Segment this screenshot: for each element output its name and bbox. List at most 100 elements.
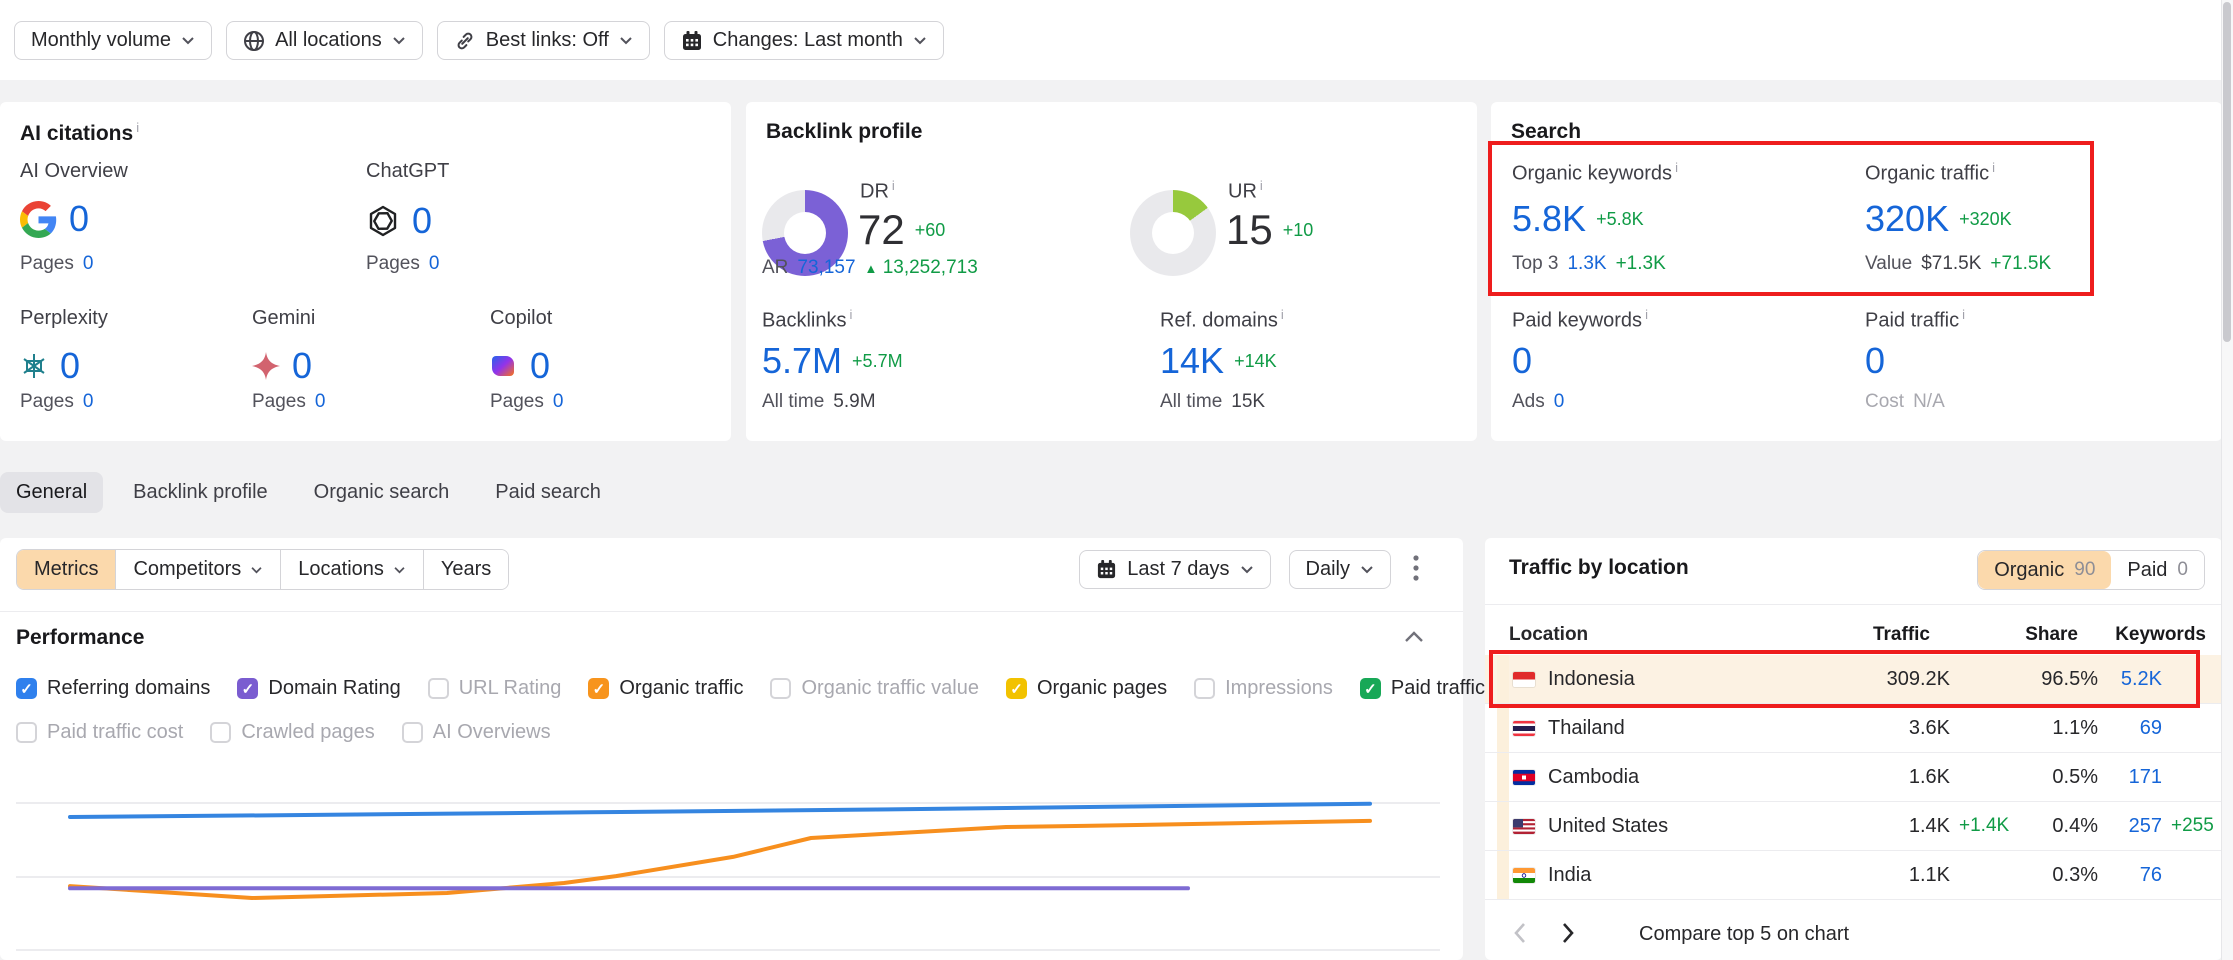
gemini-pages-value[interactable]: 0 xyxy=(315,391,326,413)
paid-keywords-label: Paid keywordsi xyxy=(1512,307,1648,333)
checkbox-referring-domains[interactable]: ✓Referring domains xyxy=(16,677,210,700)
pages-label: Pages xyxy=(20,391,74,413)
flag-united-states-icon xyxy=(1513,819,1535,834)
ar-change: ▲ 13,252,713 xyxy=(865,257,978,279)
toggle-paid[interactable]: Paid 0 xyxy=(2111,551,2204,589)
tab-organic-search[interactable]: Organic search xyxy=(298,472,466,513)
flag-indonesia-icon xyxy=(1513,672,1535,687)
scrollbar-thumb[interactable] xyxy=(2223,2,2231,342)
chatgpt-citations-value[interactable]: 0 xyxy=(412,200,432,242)
collapse-section-icon[interactable] xyxy=(1404,630,1424,648)
changes-filter[interactable]: Changes: Last month xyxy=(664,21,944,60)
segment-competitors[interactable]: Competitors xyxy=(115,550,280,589)
kebab-menu-icon[interactable] xyxy=(1409,551,1423,588)
table-row-indonesia[interactable]: Indonesia 309.2K 96.5% 5.2K xyxy=(1485,655,2222,704)
keywords-link[interactable]: 5.2K xyxy=(2098,668,2162,691)
prev-page-icon[interactable] xyxy=(1509,918,1531,951)
info-icon: i xyxy=(849,307,852,322)
col-share: Share xyxy=(1998,624,2078,646)
backlink-profile-panel: Backlink profile DRi 72 +60 AR 73,157 ▲ … xyxy=(746,102,1477,441)
checkbox-organic-pages[interactable]: ✓Organic pages xyxy=(1006,677,1167,700)
ai-overview-pages-value[interactable]: 0 xyxy=(83,253,94,275)
toggle-organic[interactable]: Organic 90 xyxy=(1978,551,2111,589)
info-icon: i xyxy=(1962,307,1965,322)
pages-label: Pages xyxy=(366,253,420,275)
ur-value: 15 xyxy=(1226,206,1273,254)
compare-top5-button[interactable]: Compare top 5 on chart xyxy=(1639,923,1849,946)
date-range-selector[interactable]: Last 7 days xyxy=(1079,550,1270,589)
organic-keywords-value[interactable]: 5.8K xyxy=(1512,198,1586,240)
tab-general[interactable]: General xyxy=(0,472,103,513)
ads-value[interactable]: 0 xyxy=(1554,391,1565,413)
segment-metrics[interactable]: Metrics xyxy=(17,550,115,589)
checkbox-paid-traffic-cost[interactable]: ✓Paid traffic cost xyxy=(16,721,183,744)
best-links-filter[interactable]: Best links: Off xyxy=(437,21,650,60)
paid-traffic-value[interactable]: 0 xyxy=(1865,340,1885,382)
traffic-by-location-title: Traffic by location xyxy=(1509,556,1689,580)
keywords-link[interactable]: 76 xyxy=(2098,864,2162,887)
ar-value[interactable]: 73,157 xyxy=(797,257,855,279)
copilot-citations-value[interactable]: 0 xyxy=(530,345,550,387)
traffic-pagination: Compare top 5 on chart xyxy=(1509,918,1849,951)
gemini-citations-value[interactable]: 0 xyxy=(292,345,312,387)
date-range-label: Last 7 days xyxy=(1127,558,1229,581)
table-row-india[interactable]: India 1.1K 0.3% 76 xyxy=(1485,851,2222,900)
performance-title: Performance xyxy=(16,626,144,650)
perplexity-icon xyxy=(20,352,48,380)
share-value: 0.3% xyxy=(2018,864,2098,887)
flag-thailand-icon xyxy=(1513,721,1535,736)
checkbox-organic-traffic[interactable]: ✓Organic traffic xyxy=(588,677,743,700)
copilot-icon xyxy=(490,352,518,380)
granularity-selector[interactable]: Daily xyxy=(1289,550,1391,589)
tab-paid-search[interactable]: Paid search xyxy=(479,472,617,513)
top3-value[interactable]: 1.3K xyxy=(1567,253,1606,275)
checkbox-ai-overviews[interactable]: ✓AI Overviews xyxy=(402,721,551,744)
ai-citations-panel: AI citationsi AI Overview 0 Pages 0 Chat… xyxy=(0,102,731,441)
chatgpt-pages-value[interactable]: 0 xyxy=(429,253,440,275)
engine-name-gemini: Gemini xyxy=(252,307,315,330)
paid-keywords-value[interactable]: 0 xyxy=(1512,340,1532,382)
ai-overview-citations-value[interactable]: 0 xyxy=(69,198,89,240)
checkbox-impressions[interactable]: ✓Impressions xyxy=(1194,677,1333,700)
next-page-icon[interactable] xyxy=(1557,918,1579,951)
organic-traffic-value[interactable]: 320K xyxy=(1865,198,1949,240)
segment-locations[interactable]: Locations xyxy=(280,550,423,589)
table-row-united-states[interactable]: United States 1.4K +1.4K 0.4% 257 +255 xyxy=(1485,802,2222,851)
tab-backlink-profile[interactable]: Backlink profile xyxy=(117,472,284,513)
keywords-link[interactable]: 171 xyxy=(2098,766,2162,789)
segment-years[interactable]: Years xyxy=(423,550,508,589)
perplexity-pages-value[interactable]: 0 xyxy=(83,391,94,413)
top3-change: +1.3K xyxy=(1616,253,1666,275)
checkbox-crawled-pages[interactable]: ✓Crawled pages xyxy=(210,721,374,744)
locations-filter[interactable]: All locations xyxy=(226,21,423,60)
google-icon xyxy=(20,201,57,238)
traffic-type-toggle: Organic 90 Paid 0 xyxy=(1977,550,2205,590)
keywords-link[interactable]: 257 xyxy=(2098,815,2162,838)
monthly-volume-filter[interactable]: Monthly volume xyxy=(14,21,212,60)
ref-domains-alltime-value: 15K xyxy=(1231,391,1265,413)
checkbox-domain-rating[interactable]: ✓Domain Rating xyxy=(237,677,400,700)
share-value: 96.5% xyxy=(2018,668,2098,691)
engine-name-copilot: Copilot xyxy=(490,307,552,330)
chart-line-referring-domains xyxy=(70,804,1370,817)
ur-label: URi xyxy=(1228,178,1263,204)
table-row-cambodia[interactable]: Cambodia 1.6K 0.5% 171 xyxy=(1485,753,2222,802)
checkbox-organic-traffic-value[interactable]: ✓Organic traffic value xyxy=(770,677,979,700)
dr-label: DRi xyxy=(860,178,895,204)
table-row-thailand[interactable]: Thailand 3.6K 1.1% 69 xyxy=(1485,704,2222,753)
chevron-down-icon xyxy=(913,36,927,45)
keywords-link[interactable]: 69 xyxy=(2098,717,2162,740)
checkbox-paid-traffic[interactable]: ✓Paid traffic xyxy=(1360,677,1485,700)
info-icon: i xyxy=(1281,307,1284,322)
backlinks-value[interactable]: 5.7M xyxy=(762,340,842,382)
ref-domains-value[interactable]: 14K xyxy=(1160,340,1224,382)
backlinks-alltime-value: 5.9M xyxy=(833,391,875,413)
copilot-pages-value[interactable]: 0 xyxy=(553,391,564,413)
cost-value: N/A xyxy=(1913,391,1945,413)
paid-count: 0 xyxy=(2177,559,2188,581)
traffic-value: 1.1K xyxy=(1838,864,1950,887)
cost-label: Cost xyxy=(1865,391,1904,413)
filter-toolbar: Monthly volume All locations Best links:… xyxy=(0,0,2233,80)
checkbox-url-rating[interactable]: ✓URL Rating xyxy=(428,677,562,700)
perplexity-citations-value[interactable]: 0 xyxy=(60,345,80,387)
